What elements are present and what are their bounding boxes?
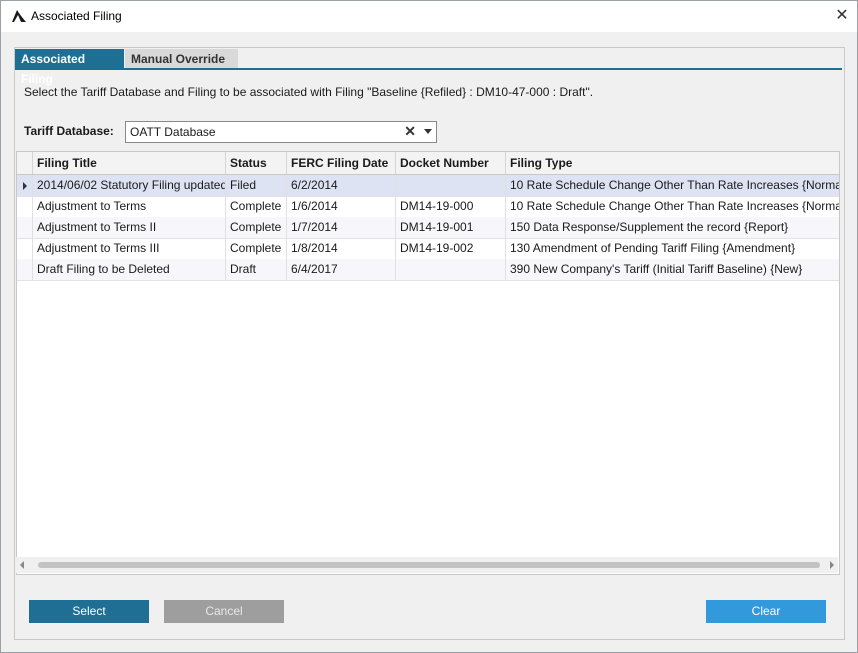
cell-status: Draft [226, 259, 287, 280]
clear-button[interactable]: Clear [706, 600, 826, 623]
column-header-filing-title[interactable]: Filing Title [33, 152, 226, 174]
table-row[interactable]: Adjustment to Terms III Complete 1/8/201… [17, 238, 839, 260]
horizontal-scrollbar[interactable] [16, 557, 838, 573]
cell-ferc-filing-date: 1/7/2014 [287, 217, 396, 238]
window-title: Associated Filing [31, 9, 122, 23]
row-indicator [17, 175, 33, 196]
column-header-docket-number[interactable]: Docket Number [396, 152, 506, 174]
cell-status: Filed [226, 175, 287, 196]
tariff-database-value: OATT Database [130, 125, 216, 139]
cell-docket-number: DM14-19-002 [396, 238, 506, 259]
column-header-status[interactable]: Status [226, 152, 287, 174]
tab-underline [15, 68, 842, 70]
cell-ferc-filing-date: 6/2/2014 [287, 175, 396, 196]
dialog-window: Associated Filing ✕ Associated Filing Ma… [0, 0, 858, 653]
cell-filing-type: 10 Rate Schedule Change Other Than Rate … [510, 178, 839, 192]
table-row[interactable]: Adjustment to Terms Complete 1/6/2014 DM… [17, 196, 839, 218]
select-button[interactable]: Select [29, 600, 149, 623]
table-row[interactable]: Adjustment to Terms II Complete 1/7/2014… [17, 217, 839, 239]
cell-status: Complete [226, 217, 287, 238]
shark-fin-icon [11, 9, 27, 23]
scroll-left-icon[interactable] [20, 561, 24, 569]
row-indicator [17, 217, 33, 238]
cell-status: Complete [226, 196, 287, 217]
tab-associated-filing[interactable]: Associated Filing [15, 49, 124, 86]
cell-ferc-filing-date: 1/6/2014 [287, 196, 396, 217]
grid-header: Filing Title Status FERC Filing Date Doc… [17, 152, 839, 175]
cell-filing-type: 130 Amendment of Pending Tariff Filing {… [510, 241, 796, 255]
cell-filing-type: 150 Data Response/Supplement the record … [510, 220, 789, 234]
title-bar: Associated Filing ✕ [1, 1, 857, 32]
column-header-ferc-filing-date[interactable]: FERC Filing Date [287, 152, 396, 174]
cell-docket-number [396, 175, 506, 196]
cell-filing-type: 390 New Company's Tariff (Initial Tariff… [510, 262, 803, 276]
close-icon: ✕ [835, 7, 849, 24]
scroll-thumb[interactable] [38, 562, 820, 568]
row-pointer-icon [23, 182, 27, 190]
row-indicator [17, 196, 33, 217]
cell-filing-type: 10 Rate Schedule Change Other Than Rate … [510, 199, 839, 213]
cell-ferc-filing-date: 1/8/2014 [287, 238, 396, 259]
cell-ferc-filing-date: 6/4/2017 [287, 259, 396, 280]
cell-filing-title: Adjustment to Terms [33, 196, 226, 217]
chevron-down-icon[interactable] [424, 129, 432, 134]
cell-filing-title: Draft Filing to be Deleted [33, 259, 226, 280]
column-header-filing-type[interactable]: Filing Type [506, 152, 839, 174]
dialog-content: Associated Filing Manual Override Select… [1, 32, 857, 652]
row-indicator [17, 259, 33, 280]
cell-status: Complete [226, 238, 287, 259]
table-row[interactable]: Draft Filing to be Deleted Draft 6/4/201… [17, 259, 839, 281]
row-indicator [17, 238, 33, 259]
cell-filing-title: 2014/06/02 Statutory Filing updated [33, 175, 226, 196]
row-indicator-header [17, 152, 33, 174]
tab-manual-override[interactable]: Manual Override [125, 49, 238, 69]
instruction-text: Select the Tariff Database and Filing to… [24, 85, 594, 99]
cell-docket-number: DM14-19-001 [396, 217, 506, 238]
cancel-button[interactable]: Cancel [164, 600, 284, 623]
cell-docket-number: DM14-19-000 [396, 196, 506, 217]
close-button[interactable]: ✕ [827, 1, 857, 32]
tariff-database-label: Tariff Database: [24, 124, 114, 138]
cell-filing-title: Adjustment to Terms III [33, 238, 226, 259]
clear-icon[interactable]: ✕ [404, 123, 416, 140]
cell-filing-title: Adjustment to Terms II [33, 217, 226, 238]
cell-docket-number [396, 259, 506, 280]
table-row[interactable]: 2014/06/02 Statutory Filing updated File… [17, 175, 839, 197]
scroll-right-icon[interactable] [830, 561, 834, 569]
filings-grid: Filing Title Status FERC Filing Date Doc… [16, 151, 840, 575]
tariff-database-select[interactable]: OATT Database ✕ [125, 121, 437, 143]
